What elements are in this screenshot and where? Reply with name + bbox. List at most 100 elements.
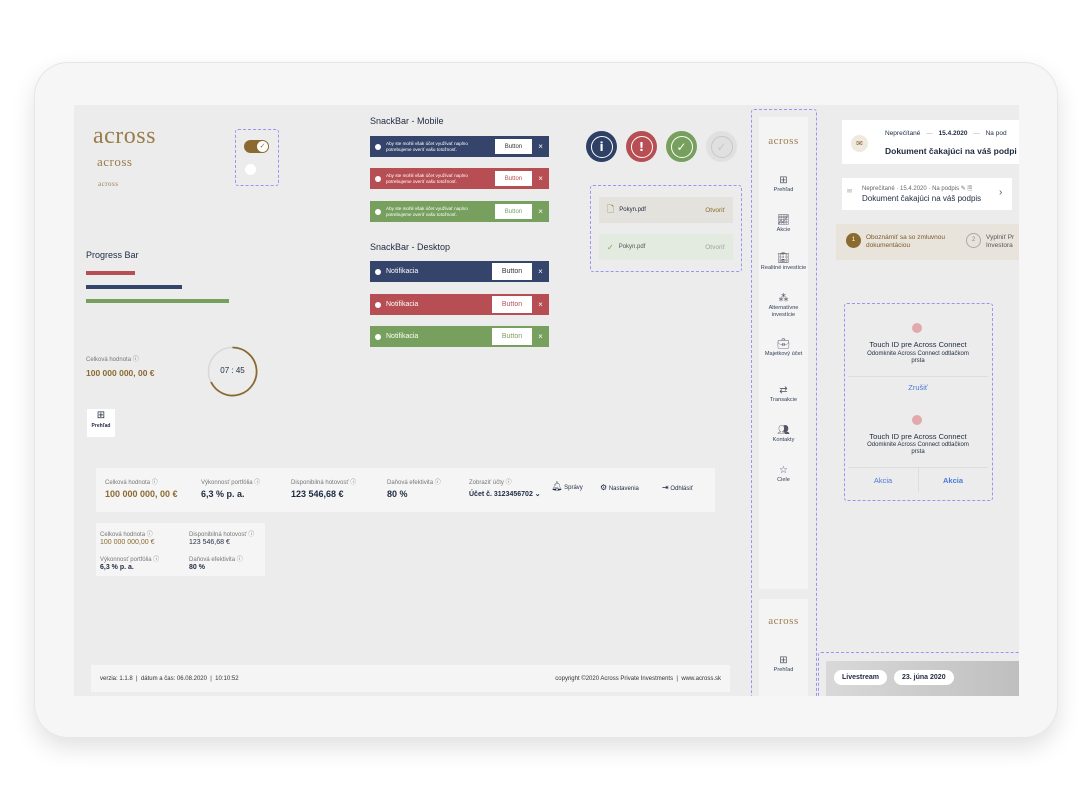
- livestream-tag: Livestream: [834, 670, 887, 685]
- sidenav-item-1[interactable]: ⊞ Prehľad: [759, 175, 808, 194]
- snackbar-button[interactable]: Button: [494, 204, 533, 219]
- snackbar-mobile-red: Aby ste mohli však účet využívať naplno …: [370, 168, 549, 189]
- close-icon[interactable]: ×: [532, 332, 549, 341]
- check-icon: [375, 208, 381, 215]
- sidenav-collapsed: across ⊞ Prehľad: [759, 599, 808, 696]
- logout-icon: ⇥: [662, 483, 669, 492]
- close-icon[interactable]: ×: [532, 142, 549, 151]
- notification-small[interactable]: ✉ Neprečítané · 15.4.2020 · Na podpis ✎ …: [842, 178, 1012, 210]
- notification-large[interactable]: ✉ Neprečítané — 15.4.2020 — Na pod Dokum…: [842, 120, 1019, 164]
- summary-label: Disponibilná hotovosť ⓘ: [291, 480, 357, 486]
- step-2-number: 2: [966, 233, 981, 248]
- sidenav-item-8[interactable]: ☆ Ciele: [759, 465, 808, 484]
- check-icon: ✓: [257, 141, 268, 152]
- snackbar-desktop-navy: Notifikacia Button ×: [370, 261, 549, 282]
- step-2-text: Vyplniť Pr Investora: [986, 234, 1015, 249]
- sidenav-item-2[interactable]: 📈︎ Akcie: [759, 215, 808, 234]
- summary-value: 123 546,68 €: [291, 489, 344, 499]
- info-icon: ⓘ: [132, 356, 139, 363]
- snackbar-desktop-red: Notifikacia Button ×: [370, 294, 549, 315]
- progress-bar-1: [86, 271, 135, 275]
- sidenav-item-label: Kontakty: [772, 437, 795, 443]
- alert-icon: [375, 301, 381, 308]
- summary-value: 6,3 % p. a.: [201, 489, 245, 499]
- open-link[interactable]: Otvoriť: [705, 244, 725, 251]
- summary-label: Daňová efektivita ⓘ: [387, 480, 441, 486]
- chevron-right-icon[interactable]: ›: [999, 187, 1002, 198]
- sidenav-item-label: Akcie: [776, 227, 791, 233]
- close-icon[interactable]: ×: [532, 300, 549, 309]
- toggle-off[interactable]: [245, 164, 256, 175]
- check-icon: [375, 333, 381, 340]
- logo-large: across: [93, 123, 156, 149]
- snackbar-desktop-green: Notifikacia Button ×: [370, 326, 549, 347]
- action-button-1[interactable]: Akcia: [848, 476, 918, 485]
- logout-button[interactable]: ⇥ Odhlásiť: [662, 483, 693, 492]
- check-status-icon: ✓: [666, 131, 697, 162]
- fingerprint-icon: [912, 415, 922, 425]
- action-button-2[interactable]: Akcia: [918, 476, 988, 485]
- sidenav-item-label: Prehľad: [773, 187, 794, 193]
- footer: verzia: 1.1.8 | dátum a čas: 06.08.2020 …: [91, 665, 730, 692]
- sidenav-item-4[interactable]: ⁂ Alternatívne investície: [759, 293, 808, 318]
- snackbar-button[interactable]: Button: [492, 328, 532, 345]
- building-icon: 🏢︎: [777, 253, 790, 264]
- toggle-on[interactable]: ✓: [244, 140, 269, 153]
- star-icon: ☆: [779, 465, 788, 476]
- sidenav-item-7[interactable]: 👥︎ Kontakty: [759, 425, 808, 444]
- toggle-group: ✓: [235, 129, 279, 186]
- sidenav-logo: across: [768, 615, 799, 627]
- cancel-button[interactable]: Zrušiť: [848, 383, 988, 392]
- transfer-icon: ⇄: [779, 385, 788, 396]
- sidenav-item-6[interactable]: ⇄ Transakcie: [759, 385, 808, 404]
- snackbar-button[interactable]: Button: [494, 171, 533, 186]
- sidenav-item-label: Alternatívne investície: [768, 305, 799, 318]
- account-select[interactable]: Účet č. 3123456702 ⌄: [469, 490, 541, 498]
- file-icon: 🗋: [607, 205, 615, 215]
- sidenav-item-prehlad[interactable]: ⊞ Prehľad: [759, 655, 808, 674]
- summary-label: Celková hodnota ⓘ: [105, 480, 158, 486]
- summary-value: 80 %: [387, 489, 408, 499]
- fingerprint-icon: [912, 323, 922, 333]
- sidenav-item-5[interactable]: 💼︎ Majetkový účet: [759, 339, 808, 358]
- contacts-icon: 👥︎: [777, 425, 790, 436]
- prehlad-tile[interactable]: ⊞ Prehľad: [87, 409, 115, 437]
- info-icon: [375, 268, 381, 275]
- summary-value: 100 000 000, 00 €: [105, 489, 178, 499]
- briefcase-icon: 💼︎: [777, 339, 790, 350]
- info-icon: [375, 143, 381, 150]
- close-icon[interactable]: ×: [532, 207, 549, 216]
- info-status-icon: i: [586, 131, 617, 162]
- livestream-date: 23. júna 2020: [894, 670, 954, 685]
- settings-button[interactable]: ⚙ Nastavenia: [600, 483, 639, 492]
- summary-label: Výkonnosť portfólia ⓘ: [201, 480, 261, 486]
- check-circle-icon: ✓: [607, 242, 614, 252]
- file-item-active[interactable]: 🗋 Pokyn.pdf Otvoriť: [599, 197, 733, 223]
- snackbar-button[interactable]: Button: [492, 263, 532, 280]
- snackbar-button[interactable]: Button: [494, 139, 533, 154]
- snackbar-desktop-title: SnackBar - Desktop: [370, 242, 451, 252]
- progress-title: Progress Bar: [86, 250, 139, 260]
- progress-bar-3: [86, 299, 229, 303]
- steps-bar: 1 Oboznámiť sa so zmluvnou dokumentáciou…: [836, 224, 1019, 260]
- prehlad-tile-label: Prehľad: [91, 423, 111, 429]
- grid-icon: ⊞: [96, 410, 106, 421]
- sidenav-item-3[interactable]: 🏢︎ Realitné investície: [759, 253, 808, 272]
- file-group: 🗋 Pokyn.pdf Otvoriť ✓ Pokyn.pdf Otvoriť: [590, 185, 742, 272]
- sidenav-item-label: Majetkový účet: [764, 351, 803, 357]
- screen: across across across ✓ Progress Bar Celk…: [74, 105, 1019, 696]
- summary-small: Celková hodnota ⓘ 100 000 000,00 € Dispo…: [96, 523, 265, 576]
- grid-icon: ⊞: [779, 175, 788, 186]
- close-icon[interactable]: ×: [532, 267, 549, 276]
- close-icon[interactable]: ×: [532, 174, 549, 183]
- messages-button[interactable]: 🔔︎ Správy: [551, 482, 583, 492]
- file-item-done[interactable]: ✓ Pokyn.pdf Otvoriť: [599, 234, 733, 260]
- bell-icon: 🔔︎: [551, 482, 563, 492]
- snackbar-button[interactable]: Button: [492, 296, 532, 313]
- sidenav-item-label: Realitné investície: [760, 265, 807, 271]
- notification-title: Dokument čakajúci na váš podpis: [862, 194, 982, 203]
- timer-text: 07 : 45: [220, 366, 245, 375]
- sidenav: across ⊞ Prehľad 📈︎ Akcie 🏢︎ Realitné investí…: [759, 117, 808, 589]
- open-link[interactable]: Otvoriť: [705, 207, 725, 214]
- livestream-card[interactable]: Livestream 23. júna 2020: [826, 661, 1019, 696]
